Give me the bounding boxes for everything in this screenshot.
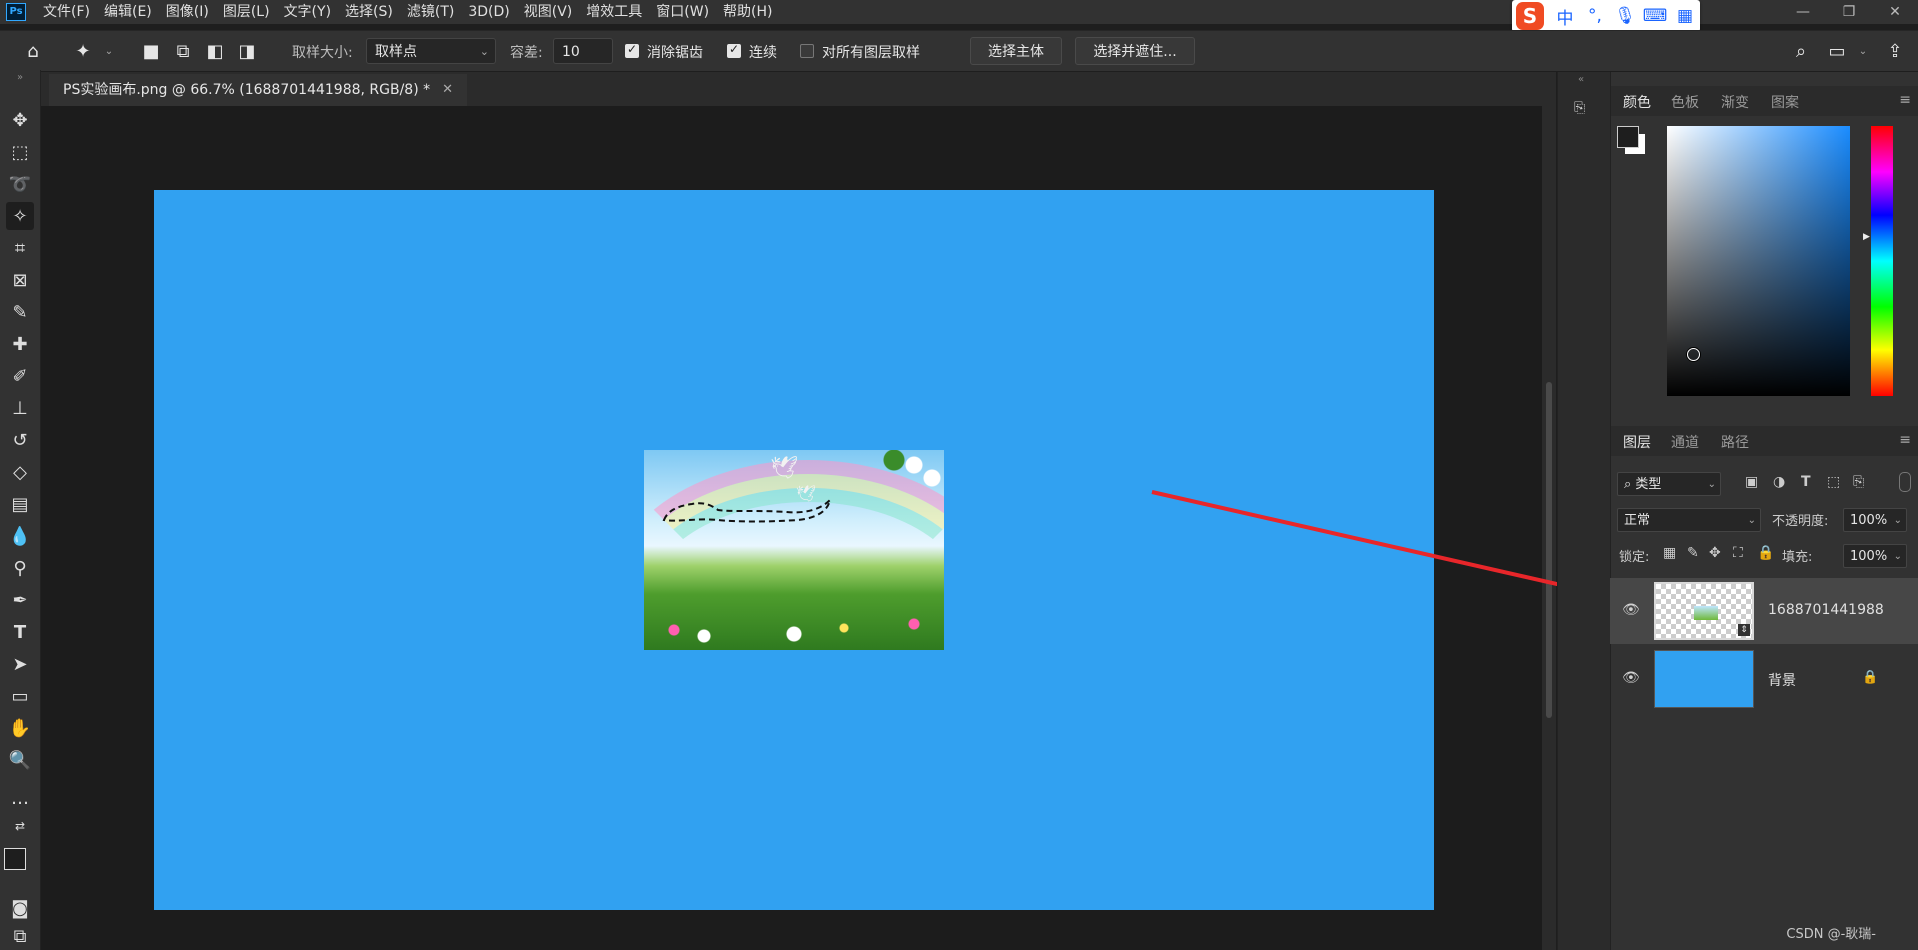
layer-row[interactable]: 👁 ⇕ 1688701441988 [1610, 578, 1918, 644]
hue-slider-handle[interactable]: ▶ [1863, 232, 1870, 242]
lock-pixels-icon[interactable]: ✎ [1687, 545, 1699, 561]
color-picker-field[interactable] [1667, 126, 1850, 396]
chevron-down-icon: ⌄ [1747, 515, 1756, 526]
color-panel-tabs: 颜色 色板 渐变 图案 ≡ [1611, 86, 1918, 116]
panel-menu-icon[interactable]: ≡ [1899, 92, 1911, 108]
opacity-value: 100% [1850, 513, 1888, 528]
opacity-input[interactable]: 100% ⌄ [1843, 508, 1907, 532]
shape-filter-icon[interactable]: ⬚ [1827, 474, 1840, 490]
watermark: CSDN @-耿瑞- [1786, 927, 1876, 942]
filter-toggle[interactable] [1899, 472, 1911, 492]
lock-transparent-icon[interactable]: ▦ [1663, 545, 1676, 561]
lock-position-icon[interactable]: ✥ [1709, 545, 1721, 561]
tab-paths[interactable]: 路径 [1721, 432, 1749, 452]
layer-thumbnail: ⇕ [1654, 582, 1754, 640]
tab-channels[interactable]: 通道 [1671, 432, 1699, 452]
tab-patterns[interactable]: 图案 [1771, 92, 1799, 112]
thumbnail-image [1694, 606, 1718, 620]
tab-color[interactable]: 颜色 [1623, 92, 1651, 112]
blend-mode-value: 正常 [1624, 513, 1651, 528]
panel-dock-strip: « ⎘ [1557, 72, 1610, 950]
collapse-icon[interactable]: « [1578, 74, 1584, 85]
lock-all-icon[interactable]: 🔒 [1757, 545, 1774, 561]
tab-gradients[interactable]: 渐变 [1721, 92, 1749, 112]
lock-artboard-icon[interactable]: ⛶ [1733, 545, 1743, 561]
fill-label: 填充: [1782, 550, 1813, 565]
adjustment-filter-icon[interactable]: ◑ [1773, 474, 1785, 490]
tab-layers[interactable]: 图层 [1623, 432, 1651, 452]
tab-swatches[interactable]: 色板 [1671, 92, 1699, 112]
smart-object-filter-icon[interactable]: ⎘ [1853, 474, 1864, 490]
chevron-down-icon: ⌄ [1893, 551, 1902, 562]
panel-menu-icon[interactable]: ≡ [1899, 432, 1911, 448]
layer-name[interactable]: 1688701441988 [1768, 602, 1884, 618]
layer-name[interactable]: 背景 [1768, 670, 1796, 690]
layer-row[interactable]: 👁 背景 🔒 [1610, 646, 1918, 712]
chevron-down-icon: ⌄ [1893, 515, 1902, 526]
search-icon: ⌕ [1624, 477, 1636, 492]
eye-icon[interactable]: 👁 [1622, 670, 1640, 686]
hue-slider[interactable]: ▶ [1863, 126, 1893, 396]
foreground-color-swatch[interactable] [1617, 126, 1639, 148]
lock-icon: 🔒 [1862, 670, 1879, 685]
layer-filter-select[interactable]: ⌕ 类型 ⌄ [1617, 472, 1721, 496]
layer-filter-value: 类型 [1635, 477, 1662, 492]
eye-icon[interactable]: 👁 [1622, 602, 1640, 618]
type-filter-icon[interactable]: T [1801, 474, 1811, 490]
pixel-filter-icon[interactable]: ▣ [1745, 474, 1758, 490]
chevron-down-icon: ⌄ [1707, 479, 1716, 490]
opacity-label: 不透明度: [1772, 514, 1829, 529]
layer-thumbnail [1654, 650, 1754, 708]
lock-label: 锁定: [1619, 550, 1650, 565]
fill-input[interactable]: 100% ⌄ [1843, 544, 1907, 568]
layers-panel-tabs: 图层 通道 路径 ≡ [1611, 426, 1918, 456]
color-picker-cursor[interactable] [1687, 348, 1700, 361]
fill-value: 100% [1850, 549, 1888, 564]
blend-mode-select[interactable]: 正常 ⌄ [1617, 508, 1761, 532]
history-panel-icon[interactable]: ⎘ [1574, 100, 1596, 122]
smart-object-badge-icon: ⇕ [1738, 624, 1750, 636]
